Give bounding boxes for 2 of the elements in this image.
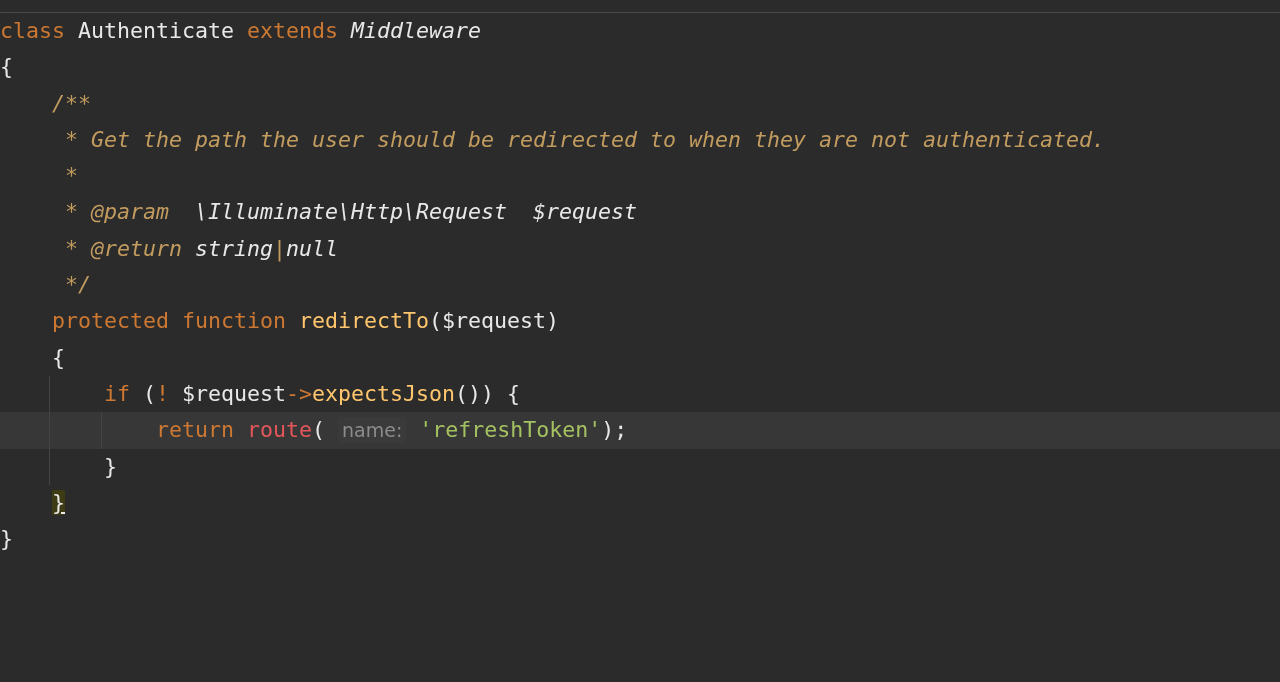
code-text: 'refreshToken'); xyxy=(418,417,628,443)
code-text: return route( xyxy=(155,417,327,443)
